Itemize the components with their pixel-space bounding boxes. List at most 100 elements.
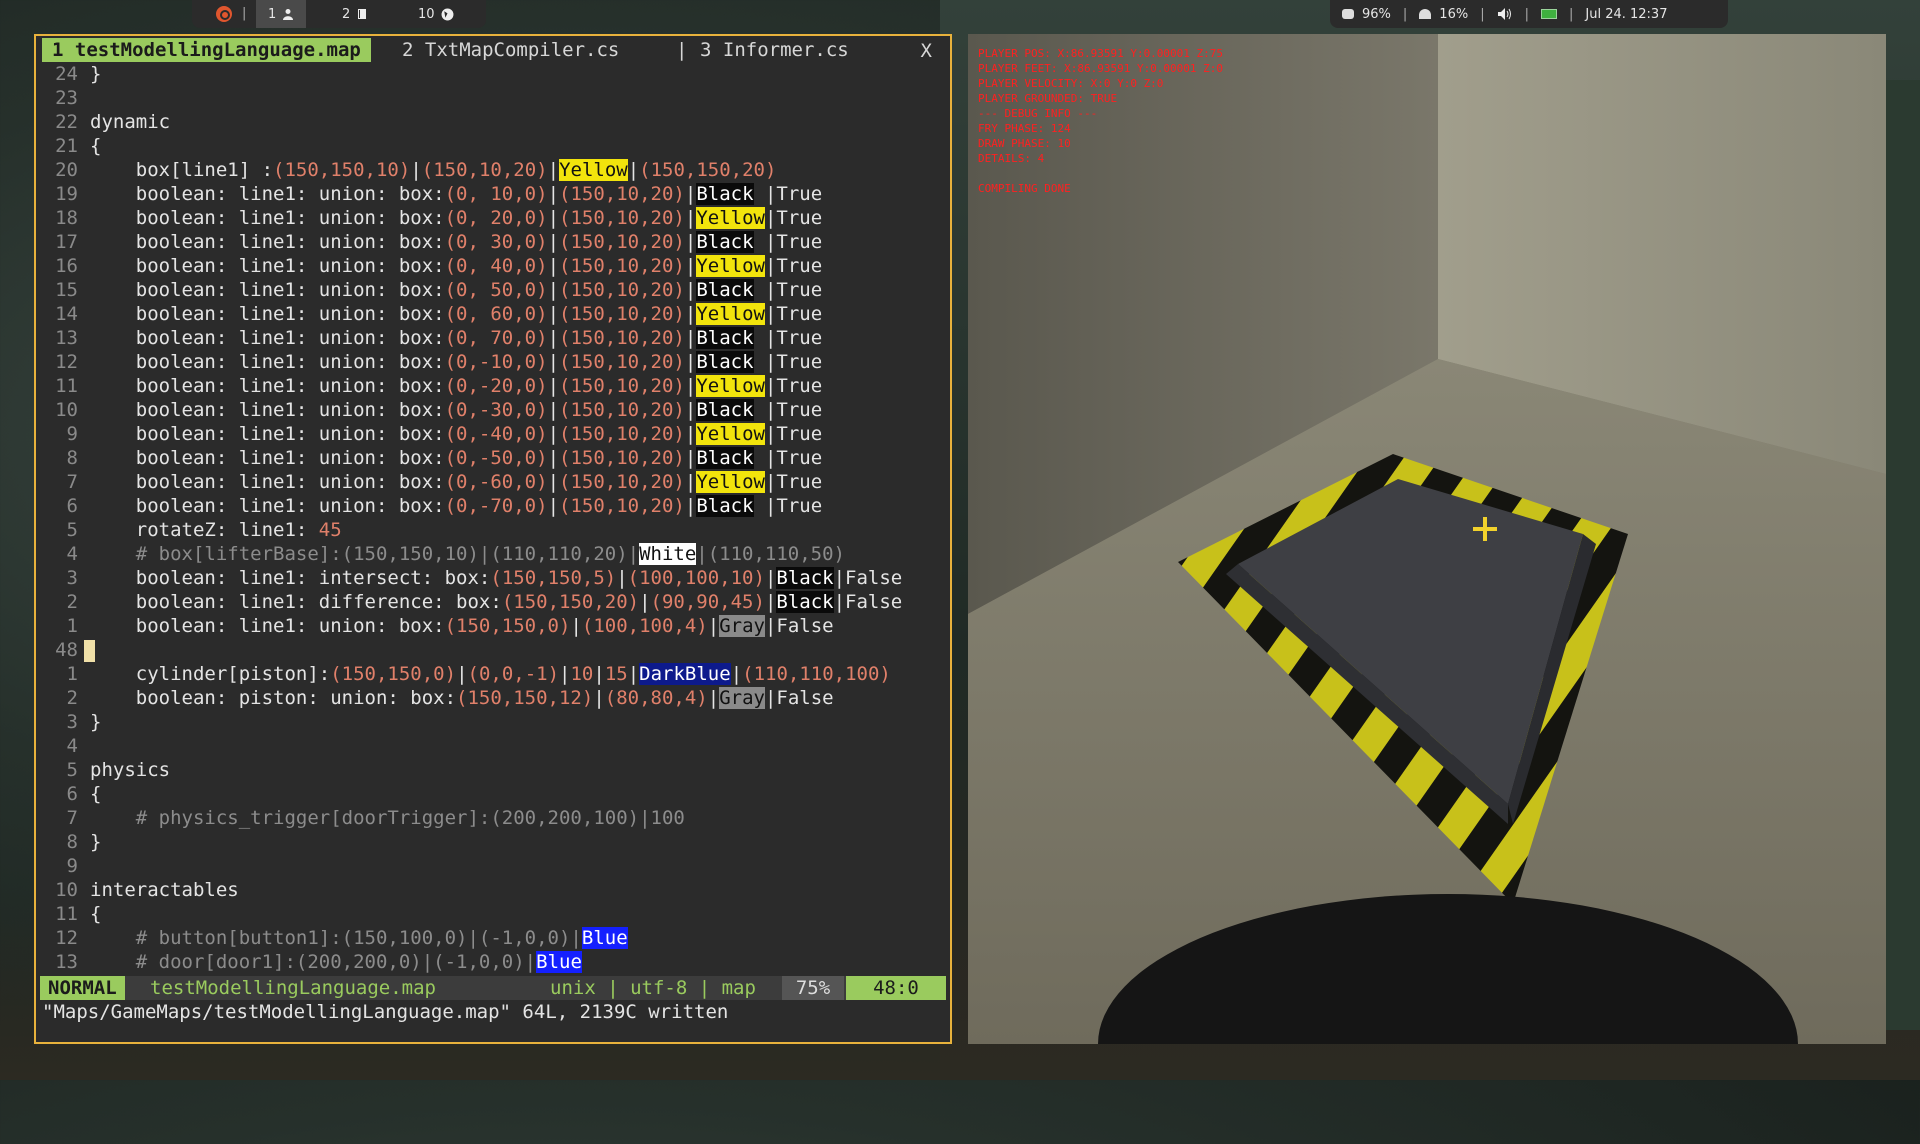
code-line[interactable]: 8 boolean: line1: union: box:(0,-50,0)|(…: [36, 446, 950, 470]
code-line[interactable]: 14 boolean: line1: union: box:(0, 60,0)|…: [36, 302, 950, 326]
code-line[interactable]: 10 boolean: line1: union: box:(0,-30,0)|…: [36, 398, 950, 422]
color-token: Yellow: [696, 207, 765, 229]
debug-line: [978, 166, 1223, 181]
pipe: |: [684, 423, 697, 445]
line-number: 1: [66, 663, 78, 685]
tab-test-modelling-language[interactable]: 1 testModellingLanguage.map: [42, 38, 371, 62]
line-number: 3: [66, 567, 78, 589]
plain-text: physics: [90, 759, 171, 781]
volume-icon[interactable]: [1497, 7, 1513, 21]
line-text: }: [90, 710, 101, 734]
code-line[interactable]: 22 dynamic: [36, 110, 950, 134]
number-tuple: (0,-20,0): [444, 375, 548, 397]
workspace-2[interactable]: 2: [342, 0, 368, 28]
comment-text: |(110,110,50): [696, 543, 845, 565]
code-line[interactable]: 48: [36, 638, 950, 662]
line-number: 12: [55, 351, 78, 373]
command-line[interactable]: "Maps/GameMaps/testModellingLanguage.map…: [42, 1000, 728, 1024]
code-line[interactable]: 16 boolean: line1: union: box:(0, 40,0)|…: [36, 254, 950, 278]
line-number: 2: [66, 591, 78, 613]
cpu-usage: 96%: [1362, 6, 1391, 22]
debug-line: DRAW PHASE: 10: [978, 137, 1071, 150]
pipe: |: [547, 231, 560, 253]
code-line[interactable]: 7 boolean: line1: union: box:(0,-60,0)|(…: [36, 470, 950, 494]
code-line[interactable]: 9 boolean: line1: union: box:(0,-40,0)|(…: [36, 422, 950, 446]
ubuntu-logo-icon[interactable]: [216, 6, 232, 22]
pipe: |: [684, 303, 697, 325]
tab-txt-map-compiler[interactable]: 2 TxtMapCompiler.cs: [402, 38, 619, 62]
keyword-text: boolean: line1: union: box:: [90, 183, 445, 205]
code-line[interactable]: 9: [36, 854, 950, 878]
status-filename: testModellingLanguage.map: [150, 977, 436, 999]
code-line[interactable]: 15 boolean: line1: union: box:(0, 50,0)|…: [36, 278, 950, 302]
number-tuple: (150,10,20): [559, 399, 685, 421]
game-viewport[interactable]: PLAYER POS: X:86.93591 Y:0.00001 Z:75 PLA…: [968, 34, 1886, 1044]
code-line[interactable]: 5 physics: [36, 758, 950, 782]
code-line[interactable]: 2 boolean: piston: union: box:(150,150,1…: [36, 686, 950, 710]
number-tuple: (0, 60,0): [444, 303, 548, 325]
number-tuple: (150,150,12): [456, 687, 594, 709]
code-line[interactable]: 11 boolean: line1: union: box:(0,-20,0)|…: [36, 374, 950, 398]
code-line[interactable]: 20 box[line1] :(150,150,10)|(150,10,20)|…: [36, 158, 950, 182]
code-line[interactable]: 24}: [36, 62, 950, 86]
line-text: }: [90, 830, 101, 854]
color-token: Black: [696, 495, 754, 517]
pipe: |: [547, 375, 560, 397]
pipe: |: [547, 471, 560, 493]
tab-informer[interactable]: 3 Informer.cs: [700, 38, 849, 62]
workspace-1[interactable]: 1: [256, 0, 307, 28]
code-line[interactable]: 10 interactables: [36, 878, 950, 902]
pipe: |: [410, 159, 422, 181]
code-line[interactable]: 3 boolean: line1: intersect: box:(150,15…: [36, 566, 950, 590]
code-line[interactable]: 4: [36, 734, 950, 758]
code-line[interactable]: 1 boolean: line1: union: box:(150,150,0)…: [36, 614, 950, 638]
code-line[interactable]: 8}: [36, 830, 950, 854]
workspace-10[interactable]: 10: [418, 0, 454, 28]
line-number: 20: [55, 159, 78, 181]
keyword-text: rotateZ: line1:: [90, 519, 319, 541]
close-tab-button[interactable]: X: [921, 38, 932, 64]
code-line[interactable]: 19 boolean: line1: union: box:(0, 10,0)|…: [36, 182, 950, 206]
line-text: boolean: line1: union: box:(0,-40,0)|(15…: [90, 422, 822, 446]
code-line[interactable]: 23: [36, 86, 950, 110]
code-line[interactable]: 12 # button[button1]:(150,100,0)|(-1,0,0…: [36, 926, 950, 950]
number-tuple: (150,10,20): [559, 375, 685, 397]
debug-line: DETAILS: 4: [978, 152, 1045, 165]
pipe: |: [456, 663, 468, 685]
code-line[interactable]: 4 # box[lifterBase]:(150,150,10)|(110,11…: [36, 542, 950, 566]
code-line[interactable]: 2 boolean: line1: difference: box:(150,1…: [36, 590, 950, 614]
tray-separator: |: [1524, 6, 1529, 22]
code-line[interactable]: 13 boolean: line1: union: box:(0, 70,0)|…: [36, 326, 950, 350]
code-line[interactable]: 6{: [36, 782, 950, 806]
pipe: |: [627, 663, 640, 685]
code-line[interactable]: 5 rotateZ: line1: 45: [36, 518, 950, 542]
code-line[interactable]: 6 boolean: line1: union: box:(0,-70,0)|(…: [36, 494, 950, 518]
color-token: Black: [696, 399, 754, 421]
line-text: # door[door1]:(200,200,0)|(-1,0,0)|Blue: [90, 950, 582, 974]
bool-text: |False: [833, 591, 903, 613]
code-line[interactable]: 21 {: [36, 134, 950, 158]
pipe: |: [684, 279, 697, 301]
line-number: 6: [66, 783, 78, 805]
code-line[interactable]: 12 boolean: line1: union: box:(0,-10,0)|…: [36, 350, 950, 374]
bool-text: |True: [764, 375, 823, 397]
code-line[interactable]: 17 boolean: line1: union: box:(0, 30,0)|…: [36, 230, 950, 254]
tray-separator: |: [1480, 6, 1485, 22]
code-line[interactable]: 3}: [36, 710, 950, 734]
line-text: cylinder[piston]:(150,150,0)|(0,0,-1)|10…: [90, 662, 891, 686]
keyword-text: boolean: line1: union: box:: [90, 399, 445, 421]
bool-text: |True: [764, 471, 823, 493]
number-tuple: (150,10,20): [559, 279, 685, 301]
keyword-text: boolean: line1: union: box:: [90, 279, 445, 301]
line-number: 15: [55, 279, 78, 301]
color-token: Black: [696, 279, 754, 301]
line-number: 17: [55, 231, 78, 253]
pipe: |: [684, 495, 697, 517]
code-line[interactable]: 1 cylinder[piston]:(150,150,0)|(0,0,-1)|…: [36, 662, 950, 686]
vim-editor-window[interactable]: 1 testModellingLanguage.map 2 TxtMapComp…: [34, 34, 952, 1044]
code-line[interactable]: 13 # door[door1]:(200,200,0)|(-1,0,0)|Bl…: [36, 950, 950, 974]
code-line[interactable]: 18 boolean: line1: union: box:(0, 20,0)|…: [36, 206, 950, 230]
line-text: boolean: line1: union: box:(0, 30,0)|(15…: [90, 230, 822, 254]
code-line[interactable]: 11 {: [36, 902, 950, 926]
code-line[interactable]: 7 # physics_trigger[doorTrigger]:(200,20…: [36, 806, 950, 830]
